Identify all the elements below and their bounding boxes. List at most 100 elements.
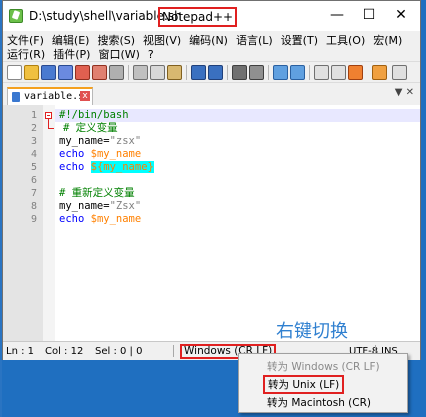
maximize-button[interactable]: ☐ xyxy=(355,5,383,25)
save-all-icon[interactable] xyxy=(58,65,73,80)
code-text: # 重新定义变量 xyxy=(59,187,135,200)
code-token: $my_name xyxy=(90,213,142,225)
print-icon[interactable] xyxy=(109,65,124,80)
code-token: # 定义变量 xyxy=(63,122,118,134)
zoom-in-icon[interactable] xyxy=(273,65,288,80)
replace-icon[interactable] xyxy=(249,65,264,80)
redo-icon[interactable] xyxy=(208,65,223,80)
code-token: $my_name xyxy=(90,148,142,160)
annotation-right-click-switch: 右键切换 xyxy=(276,321,348,342)
menu-settings[interactable]: 设置(T) xyxy=(281,32,318,48)
code-line[interactable]: 4 echo $my_name xyxy=(3,148,420,161)
code-text: my_name="zsx" xyxy=(59,135,141,148)
code-token: ${my_name} xyxy=(90,161,154,173)
file-icon xyxy=(12,92,20,102)
close-button[interactable]: ✕ xyxy=(387,5,415,25)
menu-plugins[interactable]: 插件(P) xyxy=(53,46,90,62)
menu-bar: 文件(F) 编辑(E) 搜索(S) 视图(V) 编码(N) 语言(L) 设置(T) 工具(O)… xyxy=(3,31,420,62)
code-line[interactable]: 3 my_name="zsx" xyxy=(3,135,420,148)
line-number: 1 xyxy=(30,110,37,121)
menu-run[interactable]: 运行(R) xyxy=(7,46,45,62)
line-number: 8 xyxy=(30,201,37,212)
save-icon[interactable] xyxy=(41,65,56,80)
copy-icon[interactable] xyxy=(150,65,165,80)
line-number: 6 xyxy=(30,175,37,186)
menu-item-to-unix[interactable]: 转为 Unix (LF) xyxy=(263,375,345,394)
menu-tools[interactable]: 工具(O) xyxy=(326,32,365,48)
status-column: Col : 12 xyxy=(45,346,84,357)
code-line[interactable]: 1 #!/bin/bash xyxy=(3,109,420,122)
title-bar[interactable]: D:\study\shell\variable.sh Notepad++ — ☐… xyxy=(3,1,420,31)
tab-list-controls[interactable]: ▼ ✕ xyxy=(395,87,414,98)
status-line: Ln : 1 xyxy=(6,346,34,357)
code-line[interactable]: 7 # 重新定义变量 xyxy=(3,187,420,200)
code-token: my_name xyxy=(59,135,104,147)
menu-language[interactable]: 语言(L) xyxy=(236,32,273,48)
line-number: 9 xyxy=(30,214,37,225)
cut-icon[interactable] xyxy=(133,65,148,80)
code-token: my_name xyxy=(59,200,104,212)
wrap-icon[interactable] xyxy=(331,65,346,80)
line-number: 4 xyxy=(30,149,37,160)
code-text: echo $my_name xyxy=(59,213,141,226)
line-number: 3 xyxy=(30,136,37,147)
status-selection: Sel : 0 | 0 xyxy=(95,346,143,357)
notepadpp-icon xyxy=(9,9,23,23)
new-file-icon[interactable] xyxy=(7,65,22,80)
toolbar-separator xyxy=(227,65,228,80)
line-number: 5 xyxy=(30,162,37,173)
close-file-icon[interactable] xyxy=(75,65,90,80)
menu-encoding[interactable]: 编码(N) xyxy=(189,32,228,48)
fold-end-mark xyxy=(48,128,54,129)
function-list-icon[interactable] xyxy=(392,65,407,80)
code-text: #!/bin/bash xyxy=(59,109,129,122)
window-title-app: Notepad++ xyxy=(158,7,238,27)
tab-bar: variable.sh x ▼ ✕ xyxy=(3,85,420,106)
minimize-button[interactable]: — xyxy=(323,5,351,25)
fold-toggle-icon[interactable] xyxy=(45,112,52,119)
code-token: echo xyxy=(59,148,85,160)
code-line[interactable]: 2 # 定义变量 xyxy=(3,122,420,135)
code-text: my_name="Zsx" xyxy=(59,200,141,213)
toolbar-separator xyxy=(128,65,129,80)
paste-icon[interactable] xyxy=(167,65,182,80)
doc-map-icon[interactable] xyxy=(372,65,387,80)
sync-scroll-icon[interactable] xyxy=(314,65,329,80)
menu-macro[interactable]: 宏(M) xyxy=(373,32,402,48)
menu-window[interactable]: 窗口(W) xyxy=(98,46,139,62)
zoom-out-icon[interactable] xyxy=(290,65,305,80)
code-token: "Zsx" xyxy=(109,200,142,212)
toolbar-separator xyxy=(186,65,187,80)
show-all-chars-icon[interactable] xyxy=(348,65,363,80)
code-token: # 重新定义变量 xyxy=(59,187,135,199)
menu-item-to-windows: 转为 Windows (CR LF) xyxy=(267,361,380,373)
tab-close-icon[interactable]: x xyxy=(80,91,90,101)
menu-row-1: 文件(F) 编辑(E) 搜索(S) 视图(V) 编码(N) 语言(L) 设置(T) 工具(O)… xyxy=(7,32,410,48)
undo-icon[interactable] xyxy=(191,65,206,80)
close-all-icon[interactable] xyxy=(92,65,107,80)
code-text: echo $my_name xyxy=(59,148,141,161)
code-editor[interactable]: 1 #!/bin/bash 2 # 定义变量 3 my_name="zsx" 4 echo $… xyxy=(3,105,420,341)
toolbar-separator xyxy=(268,65,269,80)
code-line[interactable]: 9 echo $my_name xyxy=(3,213,420,226)
tab-variable-sh[interactable]: variable.sh x xyxy=(7,87,93,105)
menu-item-to-macintosh[interactable]: 转为 Macintosh (CR) xyxy=(267,395,371,410)
code-token: echo xyxy=(59,161,85,173)
code-token: echo xyxy=(59,213,85,225)
toolbar xyxy=(3,61,420,83)
open-folder-icon[interactable] xyxy=(24,65,39,80)
menu-help[interactable]: ? xyxy=(148,48,154,61)
code-text: echo ${my_name} xyxy=(59,161,154,174)
code-line[interactable]: 5 echo ${my_name} xyxy=(3,161,420,174)
menu-row-2: 运行(R) 插件(P) 窗口(W)? xyxy=(7,46,162,62)
eol-context-menu: 转为 Windows (CR LF) 转为 Unix (LF) 转为 Macin… xyxy=(238,353,408,413)
find-icon[interactable] xyxy=(232,65,247,80)
code-line[interactable]: 6 xyxy=(3,174,420,187)
line-number: 2 xyxy=(30,123,37,134)
code-line[interactable]: 8 my_name="Zsx" xyxy=(3,200,420,213)
code-token: #!/bin/bash xyxy=(59,109,129,121)
toolbar-separator xyxy=(309,65,310,80)
status-divider xyxy=(173,345,174,357)
code-token: "zsx" xyxy=(109,135,142,147)
